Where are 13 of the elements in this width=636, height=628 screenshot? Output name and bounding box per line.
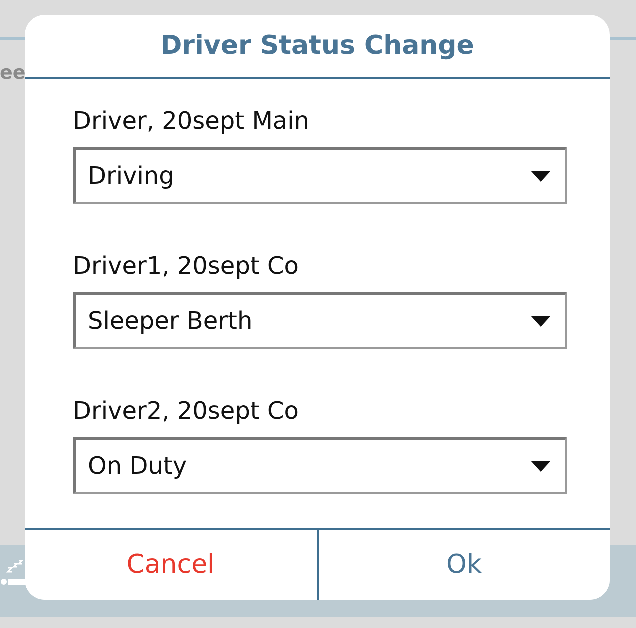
status-dropdown[interactable]: Sleeper Berth	[73, 292, 567, 349]
caret-icon	[531, 460, 551, 472]
background-label: ee	[0, 62, 26, 84]
ok-button[interactable]: Ok	[316, 530, 610, 600]
field-label: Driver1, 20sept Co	[73, 252, 299, 280]
field-label: Driver, 20sept Main	[73, 107, 310, 135]
dialog-title: Driver Status Change	[25, 15, 610, 79]
status-dropdown[interactable]: Driving	[73, 147, 567, 204]
status-dropdown[interactable]: On Duty	[73, 437, 567, 494]
caret-icon	[531, 170, 551, 182]
caret-icon	[531, 316, 551, 326]
sleep-icon	[0, 560, 26, 588]
field-label: Driver2, 20sept Co	[73, 397, 299, 425]
